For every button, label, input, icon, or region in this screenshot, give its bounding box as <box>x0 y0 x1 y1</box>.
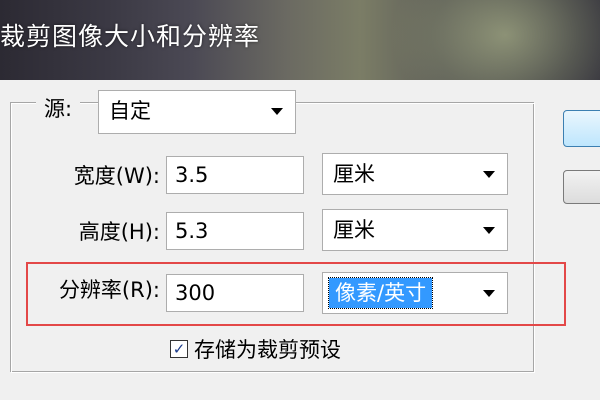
source-row: 源: <box>36 86 81 130</box>
ok-button[interactable] <box>563 110 600 147</box>
resolution-input[interactable]: 300 <box>166 274 304 312</box>
width-unit-dropdown[interactable]: 厘米 <box>322 153 508 195</box>
chevron-down-icon <box>483 290 495 297</box>
source-dropdown-value: 自定 <box>109 99 151 123</box>
chevron-down-icon <box>483 227 495 234</box>
save-preset-row[interactable]: ✓ 存储为裁剪预设 <box>170 334 341 364</box>
resolution-label: 分辨率(R): <box>58 278 160 302</box>
width-unit-value: 厘米 <box>333 162 375 186</box>
resolution-unit-dropdown[interactable]: 像素/英寸 <box>322 272 508 314</box>
height-input[interactable]: 5.3 <box>166 212 304 250</box>
width-input[interactable]: 3.5 <box>166 156 304 194</box>
width-label: 宽度(W): <box>73 164 160 188</box>
chevron-down-icon <box>483 171 495 178</box>
checkmark-icon: ✓ <box>172 340 186 358</box>
title-bar-background-image <box>390 0 600 80</box>
save-preset-label: 存储为裁剪预设 <box>194 338 341 362</box>
height-label: 高度(H): <box>78 220 160 244</box>
resolution-unit-value: 像素/英寸 <box>327 277 434 309</box>
title-bar: 裁剪图像大小和分辨率 <box>0 0 600 80</box>
source-dropdown[interactable]: 自定 <box>98 90 296 134</box>
save-preset-checkbox[interactable]: ✓ <box>170 340 188 358</box>
chevron-down-icon <box>271 108 283 115</box>
height-unit-dropdown[interactable]: 厘米 <box>322 209 508 251</box>
source-label: 源: <box>44 97 73 121</box>
dialog-body: 源: 自定 宽度(W): 3.5 厘米 高度(H): 5.3 厘米 分辨率(R)… <box>0 80 600 400</box>
height-unit-value: 厘米 <box>333 218 375 242</box>
window-title: 裁剪图像大小和分辨率 <box>0 22 261 51</box>
cancel-button[interactable] <box>563 170 600 204</box>
